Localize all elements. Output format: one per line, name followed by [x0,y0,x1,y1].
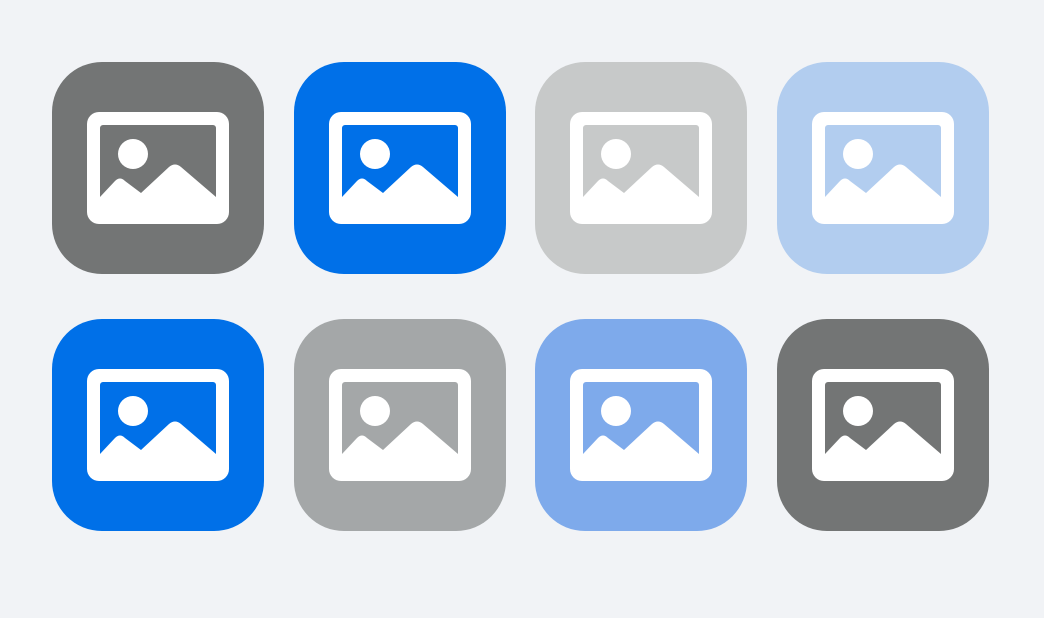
image-tile[interactable] [52,319,264,531]
image-icon [812,369,954,481]
image-icon [329,369,471,481]
image-icon [570,369,712,481]
image-tile[interactable] [535,62,747,274]
sun-icon [118,139,148,169]
image-icon [812,112,954,224]
sun-icon [601,396,631,426]
image-tile[interactable] [535,319,747,531]
image-icon [87,369,229,481]
image-tile[interactable] [777,62,989,274]
image-tile[interactable] [294,62,506,274]
image-tile-grid [0,0,1044,618]
sun-icon [843,396,873,426]
image-icon [329,112,471,224]
image-tile[interactable] [52,62,264,274]
image-tile[interactable] [294,319,506,531]
image-icon [87,112,229,224]
sun-icon [843,139,873,169]
image-icon [570,112,712,224]
sun-icon [360,396,390,426]
sun-icon [360,139,390,169]
sun-icon [118,396,148,426]
image-tile[interactable] [777,319,989,531]
sun-icon [601,139,631,169]
